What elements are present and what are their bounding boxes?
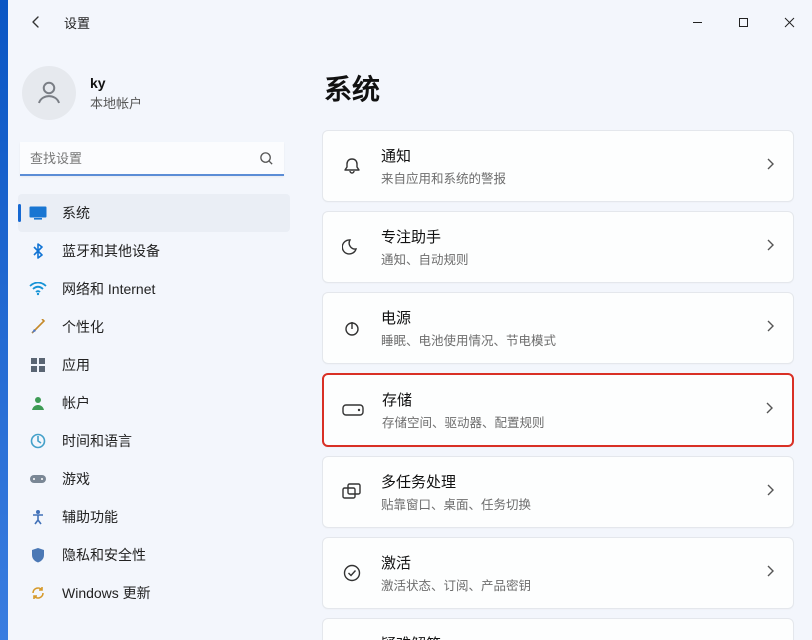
window-controls bbox=[674, 4, 812, 40]
card-subtitle: 睡眠、电池使用情况、节电模式 bbox=[381, 330, 765, 349]
sidebar-item-windows-update[interactable]: Windows 更新 bbox=[18, 574, 290, 612]
chevron-right-icon bbox=[765, 238, 775, 257]
card-focus-assist[interactable]: 专注助手 通知、自动规则 bbox=[322, 211, 794, 283]
avatar bbox=[22, 66, 76, 120]
back-button[interactable] bbox=[20, 6, 52, 38]
sidebar-item-bluetooth[interactable]: 蓝牙和其他设备 bbox=[18, 232, 290, 270]
chevron-right-icon bbox=[765, 157, 775, 176]
sidebar-item-label: 蓝牙和其他设备 bbox=[62, 241, 160, 261]
card-storage[interactable]: 存储 存储空间、驱动器、配置规则 bbox=[322, 373, 794, 447]
chevron-right-icon bbox=[764, 401, 774, 420]
arrow-left-icon bbox=[28, 14, 44, 30]
card-activation[interactable]: 激活 激活状态、订阅、产品密钥 bbox=[322, 537, 794, 609]
minimize-button[interactable] bbox=[674, 4, 720, 40]
sidebar-item-label: 个性化 bbox=[62, 317, 104, 337]
card-troubleshoot[interactable]: 疑难解答 建议的疑难解答、首选项和历史记录 bbox=[322, 618, 794, 640]
sidebar-item-label: 辅助功能 bbox=[62, 507, 118, 527]
globe-clock-icon bbox=[28, 431, 48, 451]
sidebar-nav: 系统 蓝牙和其他设备 网络和 Internet 个性化 应用 帐户 bbox=[18, 194, 290, 612]
chevron-right-icon bbox=[765, 564, 775, 583]
maximize-button[interactable] bbox=[720, 4, 766, 40]
chevron-right-icon bbox=[765, 483, 775, 502]
person-icon bbox=[34, 78, 64, 108]
sidebar: ky 本地帐户 系统 蓝牙和其他设备 网络和 Internet bbox=[0, 44, 300, 640]
card-title: 电源 bbox=[381, 307, 765, 328]
sidebar-item-system[interactable]: 系统 bbox=[18, 194, 290, 232]
shield-icon bbox=[28, 545, 48, 565]
card-subtitle: 来自应用和系统的警报 bbox=[381, 168, 765, 187]
sidebar-item-label: Windows 更新 bbox=[62, 583, 151, 603]
page-title: 系统 bbox=[324, 68, 794, 108]
card-title: 疑难解答 bbox=[381, 633, 765, 640]
sidebar-item-label: 游戏 bbox=[62, 469, 90, 489]
user-name: ky bbox=[90, 75, 142, 91]
sidebar-item-accessibility[interactable]: 辅助功能 bbox=[18, 498, 290, 536]
sidebar-item-accounts[interactable]: 帐户 bbox=[18, 384, 290, 422]
card-subtitle: 激活状态、订阅、产品密钥 bbox=[381, 575, 765, 594]
bluetooth-icon bbox=[28, 241, 48, 261]
search-icon bbox=[259, 151, 274, 171]
card-subtitle: 存储空间、驱动器、配置规则 bbox=[382, 412, 764, 431]
account-icon bbox=[28, 393, 48, 413]
multitask-icon bbox=[341, 481, 363, 503]
search-box[interactable] bbox=[20, 142, 284, 176]
sidebar-item-network[interactable]: 网络和 Internet bbox=[18, 270, 290, 308]
moon-icon bbox=[341, 236, 363, 258]
user-profile[interactable]: ky 本地帐户 bbox=[22, 66, 290, 120]
titlebar: 设置 bbox=[0, 0, 812, 44]
sidebar-item-label: 应用 bbox=[62, 355, 90, 375]
update-icon bbox=[28, 583, 48, 603]
display-icon bbox=[28, 203, 48, 223]
sidebar-item-time-language[interactable]: 时间和语言 bbox=[18, 422, 290, 460]
sidebar-item-personalization[interactable]: 个性化 bbox=[18, 308, 290, 346]
sidebar-item-privacy[interactable]: 隐私和安全性 bbox=[18, 536, 290, 574]
card-title: 专注助手 bbox=[381, 226, 765, 247]
sidebar-item-label: 系统 bbox=[62, 203, 90, 223]
card-notifications[interactable]: 通知 来自应用和系统的警报 bbox=[322, 130, 794, 202]
gaming-icon bbox=[28, 469, 48, 489]
close-button[interactable] bbox=[766, 4, 812, 40]
power-icon bbox=[341, 317, 363, 339]
sidebar-item-gaming[interactable]: 游戏 bbox=[18, 460, 290, 498]
apps-icon bbox=[28, 355, 48, 375]
wifi-icon bbox=[28, 279, 48, 299]
user-subtitle: 本地帐户 bbox=[90, 93, 142, 112]
storage-icon bbox=[342, 399, 364, 421]
card-title: 通知 bbox=[381, 145, 765, 166]
sidebar-item-label: 时间和语言 bbox=[62, 431, 132, 451]
card-title: 激活 bbox=[381, 552, 765, 573]
chevron-right-icon bbox=[765, 319, 775, 338]
check-circle-icon bbox=[341, 562, 363, 584]
card-title: 存储 bbox=[382, 389, 764, 410]
sidebar-item-label: 帐户 bbox=[62, 393, 90, 413]
paintbrush-icon bbox=[28, 317, 48, 337]
sidebar-item-apps[interactable]: 应用 bbox=[18, 346, 290, 384]
window-accent-strip bbox=[0, 0, 8, 640]
app-title: 设置 bbox=[64, 13, 90, 32]
card-multitasking[interactable]: 多任务处理 贴靠窗口、桌面、任务切换 bbox=[322, 456, 794, 528]
card-subtitle: 通知、自动规则 bbox=[381, 249, 765, 268]
bell-icon bbox=[341, 155, 363, 177]
sidebar-item-label: 网络和 Internet bbox=[62, 279, 155, 299]
card-power[interactable]: 电源 睡眠、电池使用情况、节电模式 bbox=[322, 292, 794, 364]
maximize-icon bbox=[738, 17, 749, 28]
sidebar-item-label: 隐私和安全性 bbox=[62, 545, 146, 565]
accessibility-icon bbox=[28, 507, 48, 527]
search-input[interactable] bbox=[20, 142, 284, 176]
settings-card-list: 通知 来自应用和系统的警报 专注助手 通知、自动规则 电源 睡眠、电池使用情况、… bbox=[322, 130, 794, 640]
card-title: 多任务处理 bbox=[381, 471, 765, 492]
main-panel: 系统 通知 来自应用和系统的警报 专注助手 通知、自动规则 bbox=[300, 44, 812, 640]
close-icon bbox=[784, 17, 795, 28]
card-subtitle: 贴靠窗口、桌面、任务切换 bbox=[381, 494, 765, 513]
minimize-icon bbox=[692, 17, 703, 28]
